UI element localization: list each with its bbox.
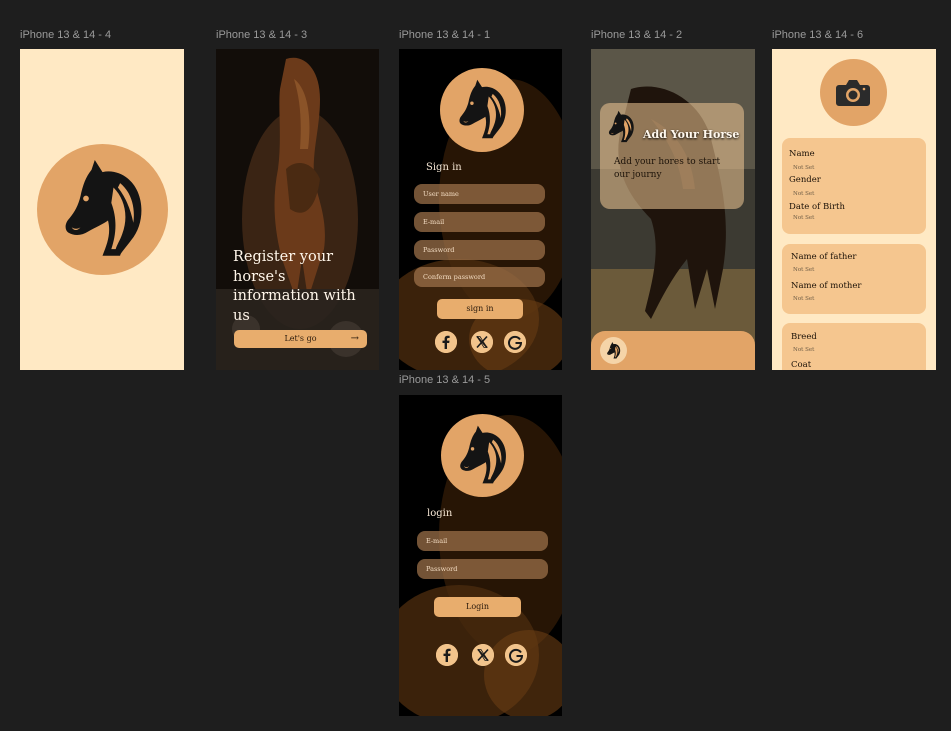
facebook-icon[interactable]	[436, 644, 458, 666]
frame-label: iPhone 13 & 14 - 4	[20, 29, 112, 41]
add-horse-card[interactable]: Add Your Horse Add your hores to start o…	[600, 103, 744, 209]
coat-label: Coat	[791, 360, 812, 370]
frame-label: iPhone 13 & 14 - 1	[399, 29, 491, 41]
sign-in-title: Sign in	[426, 162, 462, 173]
login-title: login	[427, 508, 453, 519]
confirm-password-placeholder: Conferm password	[423, 273, 486, 281]
username-input[interactable]: User name	[414, 184, 545, 204]
breed-label: Breed	[791, 332, 817, 342]
frame-horse-profile: Name Not Set Gender Not Set Date of Birt…	[772, 49, 936, 370]
lets-go-label: Let's go	[284, 334, 317, 343]
x-icon[interactable]	[471, 331, 493, 353]
username-placeholder: User name	[423, 190, 459, 198]
add-horse-description: Add your hores to start our journy	[614, 157, 721, 180]
horse-icon	[460, 425, 506, 484]
frame-splash	[20, 49, 184, 370]
email-placeholder: E-mail	[423, 218, 445, 226]
frame-add-horse: Add Your Horse Add your hores to start o…	[591, 49, 755, 370]
frame-label: iPhone 13 & 14 - 2	[591, 29, 683, 41]
frame-sign-in: Sign in User name E-mail Password Confer…	[399, 49, 562, 370]
arrow-right-icon: →	[350, 333, 359, 344]
horse-icon	[603, 109, 639, 145]
running-horse-photo	[591, 49, 755, 370]
frame-label: iPhone 13 & 14 - 5	[399, 374, 491, 386]
lets-go-button[interactable]: Let's go →	[234, 330, 367, 348]
google-icon[interactable]	[504, 331, 526, 353]
email-input[interactable]: E-mail	[417, 531, 548, 551]
frame-register-intro: Register your horse's information with u…	[216, 49, 379, 370]
login-button[interactable]: Login	[434, 597, 521, 617]
bottom-nav-bar	[591, 331, 755, 370]
date-of-birth-value[interactable]: Not Set	[793, 215, 814, 221]
password-input[interactable]: Password	[417, 559, 548, 579]
horse-icon	[459, 79, 506, 139]
horse-logo	[37, 144, 168, 275]
email-placeholder: E-mail	[426, 537, 448, 545]
gender-value[interactable]: Not Set	[793, 191, 814, 197]
confirm-password-input[interactable]: Conferm password	[414, 267, 545, 287]
father-value[interactable]: Not Set	[793, 267, 814, 273]
mother-label: Name of mother	[791, 281, 862, 291]
horse-icon	[607, 341, 621, 359]
register-heading: Register your horse's information with u…	[233, 249, 356, 324]
sign-in-button[interactable]: sign in	[437, 299, 523, 319]
horse-icon	[65, 159, 142, 256]
login-label: Login	[466, 602, 489, 611]
breed-value[interactable]: Not Set	[793, 347, 814, 353]
parents-card: Name of father Not Set Name of mother No…	[782, 244, 926, 314]
horse-logo	[440, 68, 524, 152]
sign-in-label: sign in	[466, 304, 494, 313]
frame-label: iPhone 13 & 14 - 6	[772, 29, 864, 41]
home-horse-button[interactable]	[600, 337, 627, 364]
basic-info-card: Name Not Set Gender Not Set Date of Birt…	[782, 138, 926, 234]
add-horse-title: Add Your Horse	[643, 128, 740, 141]
photo-upload-button[interactable]	[820, 59, 887, 126]
x-icon[interactable]	[472, 644, 494, 666]
password-placeholder: Password	[426, 565, 458, 573]
date-of-birth-label: Date of Birth	[789, 202, 845, 212]
google-icon[interactable]	[505, 644, 527, 666]
facebook-icon[interactable]	[435, 331, 457, 353]
horse-logo	[441, 414, 524, 497]
breed-card: Breed Not Set Coat	[782, 323, 926, 370]
frame-login: login E-mail Password Login	[399, 395, 562, 716]
email-input[interactable]: E-mail	[414, 212, 545, 232]
gender-label: Gender	[789, 175, 821, 185]
frame-label: iPhone 13 & 14 - 3	[216, 29, 308, 41]
name-value[interactable]: Not Set	[793, 165, 814, 171]
password-placeholder: Password	[423, 246, 455, 254]
father-label: Name of father	[791, 252, 857, 262]
mother-value[interactable]: Not Set	[793, 296, 814, 302]
name-label: Name	[789, 149, 815, 159]
password-input[interactable]: Password	[414, 240, 545, 260]
camera-icon	[833, 72, 873, 112]
